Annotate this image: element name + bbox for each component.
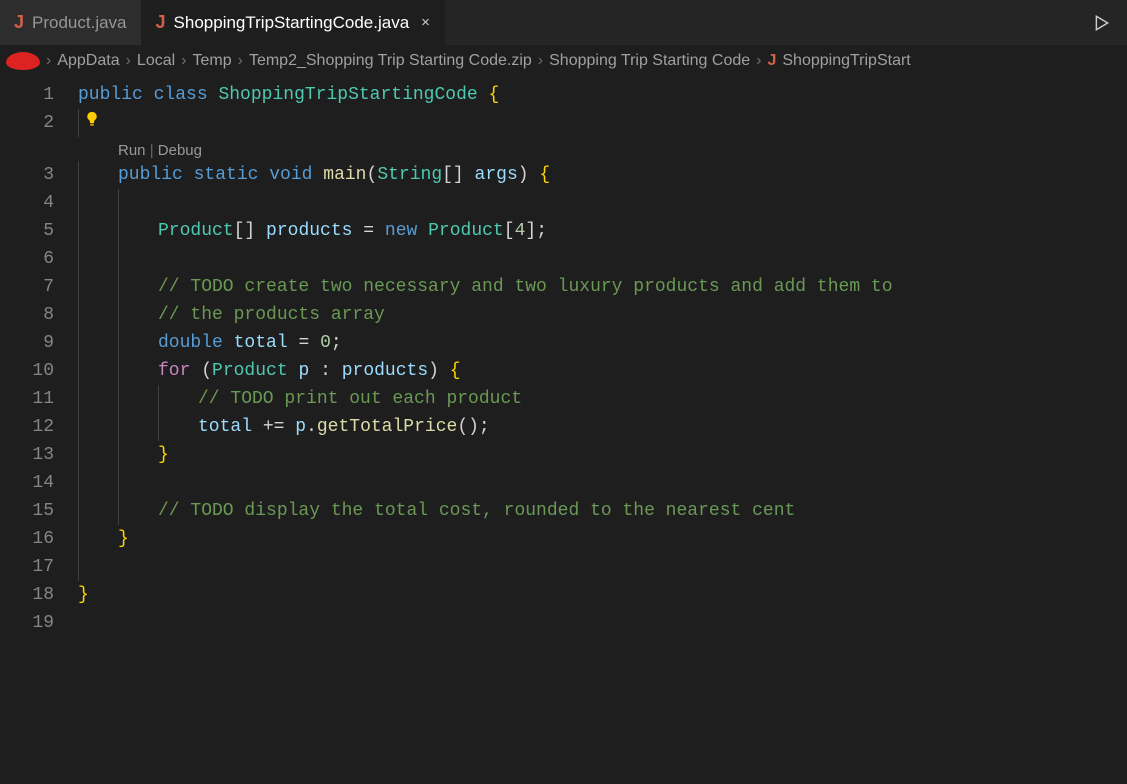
code-line[interactable]: Product[] products = new Product[4]; (78, 217, 1127, 245)
code-editor[interactable]: 1 2 3 4 5 6 7 8 9 10 11 12 13 14 15 16 1… (0, 77, 1127, 784)
ln: 7 (0, 273, 54, 301)
tab-product[interactable]: J Product.java (0, 0, 142, 45)
codelens-debug[interactable]: Debug (158, 142, 202, 159)
ln: 3 (0, 161, 54, 189)
codelens: Run | Debug (118, 137, 202, 165)
red-annotation (6, 52, 40, 70)
code-line[interactable]: total += p.getTotalPrice(); (78, 413, 1127, 441)
code-line[interactable]: public class ShoppingTripStartingCode { (78, 81, 1127, 109)
code-line[interactable]: } (78, 441, 1127, 469)
crumb[interactable]: Temp (193, 52, 232, 70)
chevron-right-icon: › (538, 52, 543, 70)
code-line[interactable]: // TODO display the total cost, rounded … (78, 497, 1127, 525)
chevron-right-icon: › (756, 52, 761, 70)
ln: 1 (0, 81, 54, 109)
tab-strip: J Product.java J ShoppingTripStartingCod… (0, 0, 1127, 45)
ln: 10 (0, 357, 54, 385)
code-line[interactable]: for (Product p : products) { (78, 357, 1127, 385)
java-icon: J (14, 12, 24, 33)
crumb[interactable]: Local (137, 52, 175, 70)
ln: 5 (0, 217, 54, 245)
chevron-right-icon: › (46, 52, 51, 70)
ln: 18 (0, 581, 54, 609)
ln: 12 (0, 413, 54, 441)
chevron-right-icon: › (181, 52, 186, 70)
ln: 16 (0, 525, 54, 553)
ln: 8 (0, 301, 54, 329)
code-line[interactable]: } (78, 581, 1127, 609)
ln: 11 (0, 385, 54, 413)
code-line[interactable]: double total = 0; (78, 329, 1127, 357)
code-line[interactable] (78, 609, 1127, 637)
chevron-right-icon: › (238, 52, 243, 70)
code-line[interactable] (78, 245, 1127, 273)
tab-label: ShoppingTripStartingCode.java (174, 13, 410, 33)
ln: 9 (0, 329, 54, 357)
tab-label: Product.java (32, 13, 127, 33)
ln: 6 (0, 245, 54, 273)
ln: 19 (0, 609, 54, 637)
code-line[interactable] (78, 469, 1127, 497)
ln: 17 (0, 553, 54, 581)
code-line[interactable]: // TODO print out each product (78, 385, 1127, 413)
chevron-right-icon: › (126, 52, 131, 70)
crumb[interactable]: Shopping Trip Starting Code (549, 52, 750, 70)
ln: 14 (0, 469, 54, 497)
code-line[interactable]: // the products array (78, 301, 1127, 329)
java-icon: J (156, 12, 166, 33)
ln: 2 (0, 109, 54, 137)
ln: 15 (0, 497, 54, 525)
code-line[interactable] (78, 109, 1127, 137)
code-body[interactable]: Run | Debug public class ShoppingTripSta… (78, 81, 1127, 784)
ln: 4 (0, 189, 54, 217)
code-line[interactable]: // TODO create two necessary and two lux… (78, 273, 1127, 301)
code-line[interactable]: public static void main(String[] args) { (78, 161, 1127, 189)
code-line[interactable] (78, 553, 1127, 581)
codelens-run[interactable]: Run (118, 142, 146, 159)
gutter: 1 2 3 4 5 6 7 8 9 10 11 12 13 14 15 16 1… (0, 81, 78, 784)
code-line[interactable]: } (78, 525, 1127, 553)
close-icon[interactable]: × (421, 14, 430, 31)
crumb[interactable]: AppData (57, 52, 119, 70)
lightbulb-icon[interactable] (84, 111, 100, 127)
code-line[interactable] (78, 189, 1127, 217)
crumb[interactable]: Temp2_Shopping Trip Starting Code.zip (249, 52, 532, 70)
crumb-file[interactable]: ShoppingTripStart (782, 52, 910, 70)
java-icon: J (767, 52, 776, 70)
ln: 13 (0, 441, 54, 469)
breadcrumb[interactable]: › AppData › Local › Temp › Temp2_Shoppin… (0, 45, 1127, 77)
tab-shopping-trip[interactable]: J ShoppingTripStartingCode.java × (142, 0, 445, 45)
run-icon[interactable] (1093, 14, 1111, 32)
